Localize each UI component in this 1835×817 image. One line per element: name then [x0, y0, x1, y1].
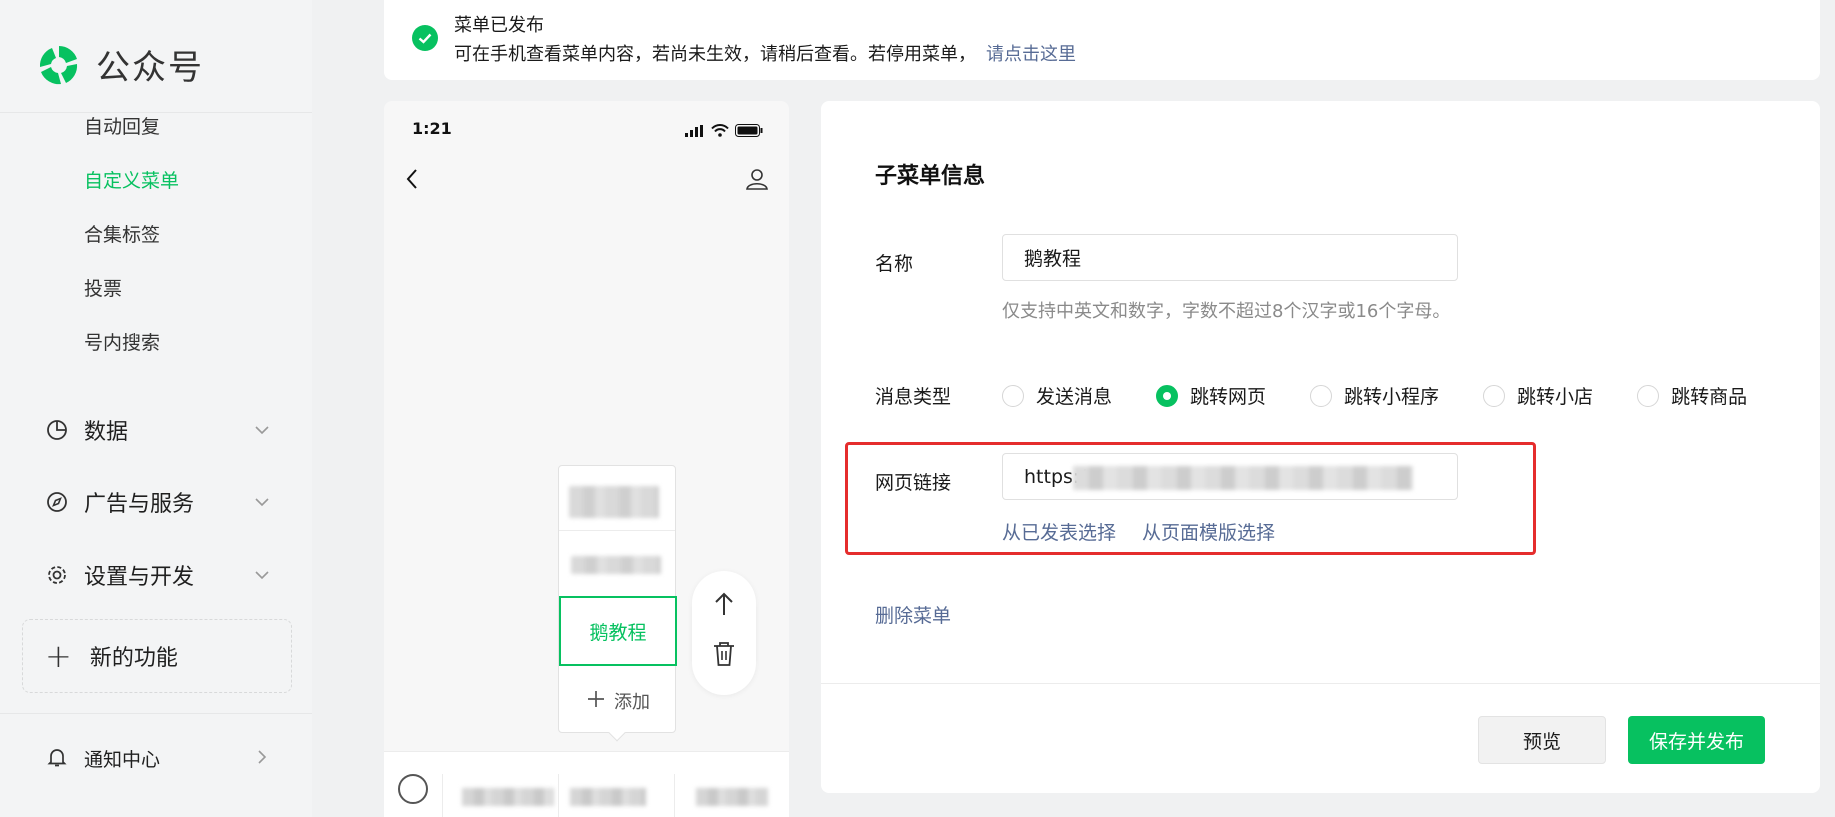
message-type-radio-group: 发送消息 跳转网页 跳转小程序 跳转小店 跳转商品 [1002, 382, 1791, 409]
menu-bar-divider [558, 774, 559, 817]
new-feature-button[interactable]: + 新的功能 [22, 619, 292, 693]
back-chevron-icon[interactable] [404, 167, 420, 195]
notification-label: 通知中心 [84, 749, 161, 771]
radio-circle[interactable] [1637, 384, 1660, 407]
sidebar-group-label: 数据 [84, 420, 129, 445]
sidebar-group-label: 设置与开发 [84, 565, 195, 590]
phone-preview: 1:21 鹅教程 添加 [384, 101, 789, 817]
sidebar-group-ads[interactable]: 广告与服务 [46, 486, 271, 518]
message-type-label: 消息类型 [875, 386, 952, 408]
blurred-url [1073, 466, 1413, 490]
blurred-menu-tab[interactable] [570, 788, 646, 806]
sidebar-item-auto-reply[interactable]: 自动回复 [84, 112, 160, 139]
select-from-template-link[interactable]: 从页面模版选择 [1142, 518, 1275, 545]
radio-jump-miniprogram[interactable]: 跳转小程序 [1310, 382, 1439, 409]
submenu-info-panel: 子菜单信息 名称 鹅教程 仅支持中英文和数字，字数不超过8个汉字或16个字母。 … [821, 101, 1820, 793]
radio-circle[interactable] [1002, 384, 1024, 407]
chevron-down-icon [253, 566, 271, 584]
sidebar-group-label: 广告与服务 [84, 492, 195, 517]
chevron-down-icon [253, 421, 271, 439]
success-check-icon [412, 25, 438, 51]
sidebar-item-search[interactable]: 号内搜索 [84, 328, 160, 355]
save-publish-button[interactable]: 保存并发布 [1628, 716, 1765, 764]
radio-jump-product[interactable]: 跳转商品 [1637, 382, 1747, 409]
phone-menu-bar [384, 751, 789, 817]
sidebar-item-custom-menu[interactable]: 自定义菜单 [84, 166, 179, 193]
notification-center[interactable]: 通知中心 [46, 745, 271, 772]
publish-notice: 菜单已发布 可在手机查看菜单内容，若尚未生效，请稍后查看。若停用菜单， 请点击这里 [384, 0, 1820, 80]
radio-circle[interactable] [1483, 384, 1506, 407]
signal-icon [685, 122, 705, 141]
delete-menu-link[interactable]: 删除菜单 [875, 601, 951, 628]
radio-label: 跳转小店 [1517, 386, 1594, 408]
submenu-popup: 鹅教程 添加 [558, 465, 677, 742]
url-source-links: 从已发表选择 从页面模版选择 [1002, 518, 1275, 545]
plus-icon [586, 689, 606, 714]
phone-status-bar [685, 122, 763, 141]
blurred-menu-tab[interactable] [696, 788, 768, 806]
name-hint: 仅支持中英文和数字，字数不超过8个汉字或16个字母。 [1002, 301, 1451, 322]
menu-bar-divider [442, 774, 443, 817]
chevron-right-icon [253, 748, 271, 770]
radio-label: 跳转小程序 [1344, 386, 1440, 408]
move-up-arrow-icon[interactable] [712, 591, 736, 621]
wechat-official-logo-icon [36, 42, 82, 88]
notice-title: 菜单已发布 [454, 15, 544, 36]
trash-icon[interactable] [712, 641, 736, 671]
add-submenu-button[interactable]: 添加 [559, 674, 677, 728]
wifi-icon [711, 122, 729, 141]
radio-circle[interactable] [1156, 384, 1179, 407]
keyboard-icon[interactable] [398, 774, 428, 804]
radio-jump-webpage[interactable]: 跳转网页 [1156, 382, 1266, 409]
pie-chart-icon [46, 419, 68, 441]
menu-bar-divider [674, 774, 675, 817]
brand-logo[interactable]: 公众号 [36, 40, 204, 89]
footer-divider [821, 683, 1820, 684]
disable-menu-link[interactable]: 请点击这里 [986, 44, 1076, 65]
new-feature-label: 新的功能 [89, 646, 178, 671]
menu-name-input[interactable]: 鹅教程 [1002, 234, 1458, 281]
selected-submenu-item[interactable]: 鹅教程 [559, 596, 677, 666]
sidebar-group-data[interactable]: 数据 [46, 414, 271, 446]
radio-label: 跳转商品 [1671, 386, 1748, 408]
plus-icon: + [45, 637, 72, 675]
radio-jump-shop[interactable]: 跳转小店 [1483, 382, 1593, 409]
name-label: 名称 [875, 253, 914, 275]
webpage-url-input[interactable]: https:/ [1002, 453, 1458, 500]
url-label: 网页链接 [875, 472, 952, 494]
preview-button[interactable]: 预览 [1478, 716, 1606, 764]
chevron-down-icon [253, 493, 271, 511]
bell-icon [46, 746, 68, 772]
radio-label: 跳转网页 [1190, 386, 1267, 408]
sidebar-item-collection-tags[interactable]: 合集标签 [84, 220, 160, 247]
select-from-published-link[interactable]: 从已发表选择 [1002, 518, 1116, 545]
sidebar-group-settings[interactable]: 设置与开发 [46, 559, 271, 591]
gear-icon [46, 564, 68, 586]
phone-time: 1:21 [412, 119, 452, 138]
compass-icon [46, 491, 68, 513]
brand-name: 公众号 [96, 48, 204, 88]
user-profile-icon[interactable] [745, 167, 769, 195]
sidebar: 公众号 自动回复 自定义菜单 合集标签 投票 号内搜索 数据 广告与服务 设置与… [0, 0, 312, 817]
menu-order-tools [692, 571, 756, 695]
radio-circle[interactable] [1310, 384, 1333, 407]
section-title: 子菜单信息 [875, 164, 986, 189]
blurred-menu-item[interactable] [571, 556, 661, 574]
radio-send-message[interactable]: 发送消息 [1002, 382, 1112, 409]
blurred-menu-item[interactable] [569, 486, 659, 518]
menu-divider [559, 530, 675, 531]
battery-icon [735, 122, 763, 141]
sidebar-divider [0, 713, 312, 714]
radio-label: 发送消息 [1036, 386, 1113, 408]
add-label: 添加 [614, 692, 650, 713]
blurred-menu-tab[interactable] [462, 788, 554, 806]
notice-text: 可在手机查看菜单内容，若尚未生效，请稍后查看。若停用菜单， [454, 44, 976, 65]
sidebar-item-vote[interactable]: 投票 [84, 274, 122, 301]
notice-text-row: 可在手机查看菜单内容，若尚未生效，请稍后查看。若停用菜单， 请点击这里 [454, 40, 1076, 66]
